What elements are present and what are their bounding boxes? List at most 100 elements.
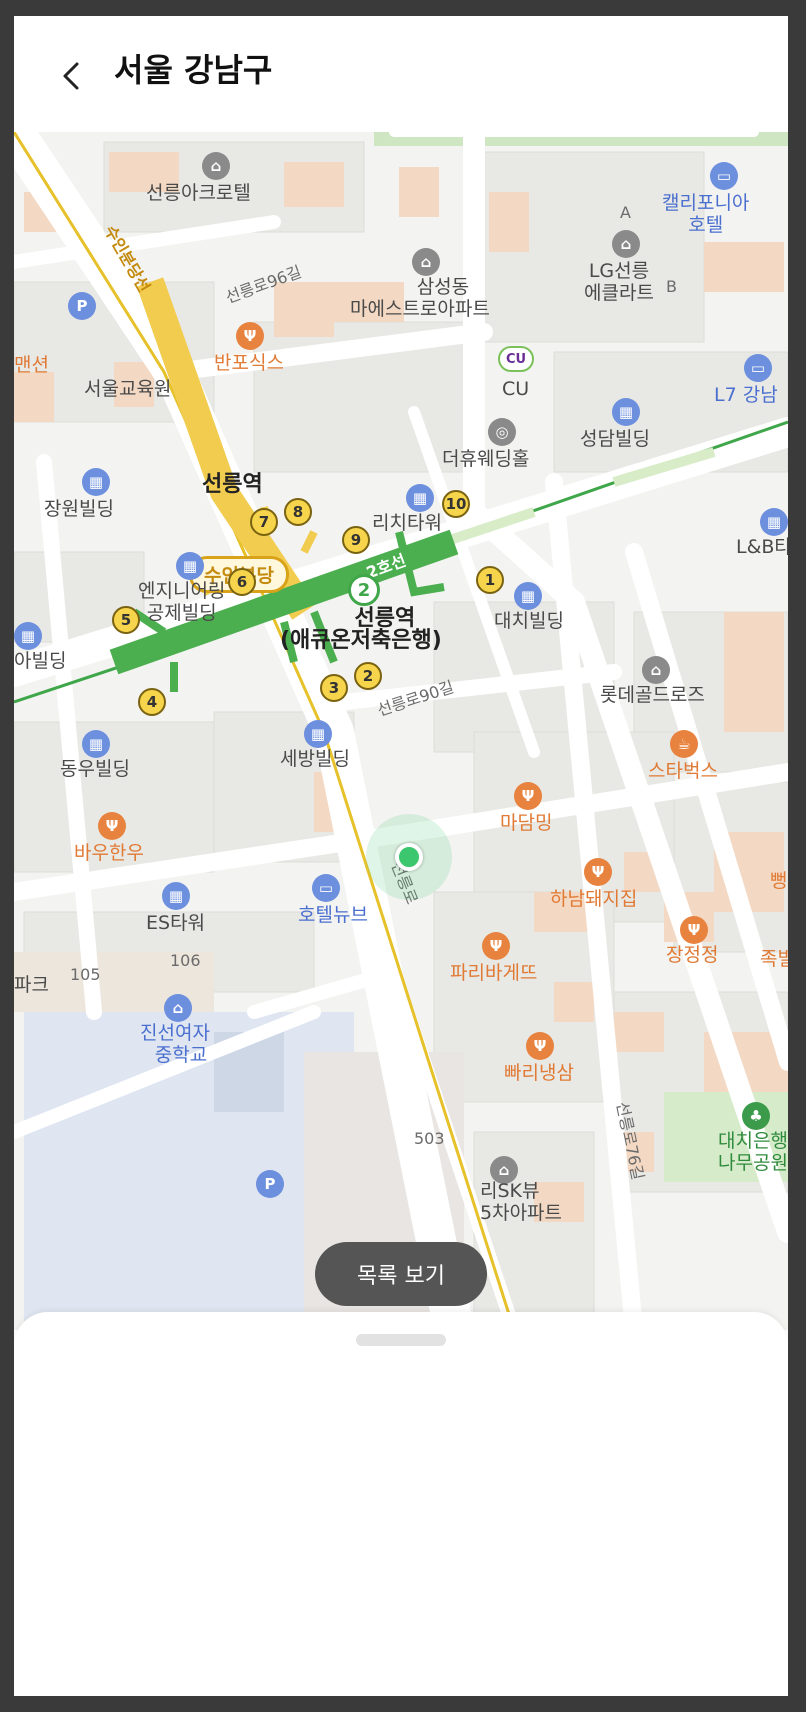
station-exit-10[interactable]: 10 bbox=[442, 490, 470, 518]
place-label[interactable]: 동우빌딩 bbox=[60, 758, 130, 780]
header: 서울 강남구 bbox=[14, 16, 788, 132]
restaurant-icon[interactable]: Ψ bbox=[526, 1032, 554, 1060]
list-view-button[interactable]: 목록 보기 bbox=[315, 1242, 487, 1306]
place-label[interactable]: 성담빌딩 bbox=[580, 428, 650, 450]
cu-logo-icon[interactable]: CU bbox=[498, 346, 534, 372]
cafe-icon[interactable]: ☕ bbox=[670, 730, 698, 758]
station-exit-8[interactable]: 8 bbox=[284, 498, 312, 526]
place-label[interactable]: 마담밍 bbox=[500, 812, 552, 834]
place-label[interactable]: 서울교육원 bbox=[84, 378, 171, 400]
restaurant-icon[interactable]: Ψ bbox=[236, 322, 264, 350]
place-label[interactable]: 파리바게뜨 bbox=[450, 962, 537, 984]
place-label[interactable]: 세방빌딩 bbox=[280, 748, 350, 770]
place-label[interactable]: 맨션 bbox=[14, 354, 49, 376]
place-label[interactable]: 아빌딩 bbox=[14, 650, 66, 672]
place-label[interactable]: 장정정 bbox=[666, 944, 718, 966]
building-icon[interactable]: ▦ bbox=[406, 484, 434, 512]
restaurant-icon[interactable]: Ψ bbox=[482, 932, 510, 960]
station-label-line: (애큐온저축은행) bbox=[280, 628, 442, 653]
hotel-icon[interactable]: ▭ bbox=[744, 354, 772, 382]
building-icon[interactable]: ▦ bbox=[612, 398, 640, 426]
current-location-icon bbox=[395, 843, 423, 871]
place-label[interactable]: 진선여자 중학교 bbox=[140, 1022, 210, 1066]
building-icon[interactable]: ▦ bbox=[304, 720, 332, 748]
place-label[interactable]: 바우한우 bbox=[74, 842, 144, 864]
restaurant-icon[interactable]: Ψ bbox=[680, 916, 708, 944]
station-label[interactable]: 선릉역 (애큐온저축은행) bbox=[280, 608, 442, 652]
building-icon[interactable]: ▦ bbox=[82, 468, 110, 496]
place-label-line: 5차아파트 bbox=[480, 1202, 563, 1224]
chevron-left-icon bbox=[63, 62, 79, 90]
place-label[interactable]: 대치빌딩 bbox=[494, 610, 564, 632]
place-label[interactable]: 선릉아크로텔 bbox=[146, 182, 251, 204]
wedding-icon[interactable]: ◎ bbox=[488, 418, 516, 446]
building-icon[interactable]: ▦ bbox=[760, 508, 788, 536]
building-icon[interactable]: ▦ bbox=[14, 622, 42, 650]
place-label[interactable]: 빠리냉삼 bbox=[504, 1062, 574, 1084]
bottom-sheet[interactable] bbox=[14, 1312, 788, 1696]
page-title: 서울 강남구 bbox=[114, 51, 273, 89]
place-label[interactable]: 리치타워 bbox=[372, 512, 442, 534]
building-icon[interactable]: ▦ bbox=[176, 552, 204, 580]
park-icon[interactable]: ♣ bbox=[742, 1102, 770, 1130]
place-label-line: 에클라트 bbox=[584, 282, 654, 304]
hotel-icon[interactable]: ▭ bbox=[710, 162, 738, 190]
place-label[interactable]: 스타벅스 bbox=[648, 760, 718, 782]
building-icon[interactable]: ▦ bbox=[162, 882, 190, 910]
station-exit-3[interactable]: 3 bbox=[320, 674, 348, 702]
place-label[interactable]: 더휴웨딩홀 bbox=[442, 448, 529, 470]
place-label-line: 대치은행 bbox=[718, 1130, 788, 1152]
place-label[interactable]: 호텔뉴브 bbox=[298, 904, 368, 926]
place-label-line: 진선여자 bbox=[140, 1022, 210, 1044]
lot-number: 106 bbox=[170, 951, 201, 970]
building-icon[interactable]: ⌂ bbox=[612, 230, 640, 258]
place-label[interactable]: 파크 bbox=[14, 974, 49, 996]
hotel-icon[interactable]: ▭ bbox=[312, 874, 340, 902]
place-label[interactable]: 반포식스 bbox=[214, 352, 284, 374]
place-label[interactable]: CU bbox=[502, 378, 529, 400]
building-icon[interactable]: ⌂ bbox=[202, 152, 230, 180]
phone-screen: 서울 강남구 선릉로96길 선릉로90길 선릉로 선릉로76길 수인분당선 2호… bbox=[14, 16, 788, 1696]
place-label[interactable]: 대치은행 나무공원 bbox=[718, 1130, 788, 1174]
line2-badge[interactable]: 2 bbox=[348, 574, 380, 606]
building-icon[interactable]: ⌂ bbox=[642, 656, 670, 684]
place-label-line: 호텔 bbox=[688, 214, 724, 236]
place-label[interactable]: LG선릉 에클라트 bbox=[584, 260, 654, 304]
place-label-line: 리SK뷰 bbox=[480, 1180, 540, 1202]
place-label[interactable]: 족빌 bbox=[760, 948, 788, 970]
place-label[interactable]: 리SK뷰 5차아파트 bbox=[480, 1180, 562, 1224]
restaurant-icon[interactable]: Ψ bbox=[584, 858, 612, 886]
restaurant-icon[interactable]: Ψ bbox=[98, 812, 126, 840]
building-icon[interactable]: ▦ bbox=[514, 582, 542, 610]
place-label[interactable]: 장원빌딩 bbox=[44, 498, 114, 520]
place-label[interactable]: 캘리포니아 호텔 bbox=[662, 192, 749, 236]
building-icon[interactable]: ▦ bbox=[82, 730, 110, 758]
place-label[interactable]: ES타워 bbox=[146, 912, 205, 934]
station-exit-7[interactable]: 7 bbox=[250, 508, 278, 536]
parking-icon[interactable]: P bbox=[256, 1170, 284, 1198]
back-button[interactable] bbox=[52, 56, 92, 96]
station-exit-4[interactable]: 4 bbox=[138, 688, 166, 716]
station-exit-2[interactable]: 2 bbox=[354, 662, 382, 690]
restaurant-icon[interactable]: Ψ bbox=[514, 782, 542, 810]
sheet-drag-handle[interactable] bbox=[356, 1334, 446, 1346]
place-label[interactable]: 삼성동 마에스트로아파트 bbox=[350, 276, 490, 320]
block-letter: B bbox=[666, 277, 677, 296]
map-view[interactable]: 선릉로96길 선릉로90길 선릉로 선릉로76길 수인분당선 2호선 106 1… bbox=[14, 132, 788, 1330]
station-exit-1[interactable]: 1 bbox=[476, 566, 504, 594]
station-exit-5[interactable]: 5 bbox=[112, 606, 140, 634]
place-label[interactable]: 롯데골드로즈 bbox=[600, 684, 705, 706]
station-exit-6[interactable]: 6 bbox=[228, 568, 256, 596]
station-label[interactable]: 선릉역 bbox=[202, 474, 263, 496]
place-label[interactable]: L7 강남 bbox=[714, 384, 778, 406]
place-label-line: 엔지니어링 bbox=[138, 580, 226, 602]
place-label-line: 삼성동 bbox=[416, 276, 470, 298]
school-icon[interactable]: ⌂ bbox=[164, 994, 192, 1022]
place-label[interactable]: 엔지니어링 공제빌딩 bbox=[138, 580, 225, 624]
building-icon[interactable]: ⌂ bbox=[412, 248, 440, 276]
place-label[interactable]: 뻥 bbox=[770, 870, 787, 892]
place-label[interactable]: L&B타워 bbox=[736, 536, 788, 558]
place-label[interactable]: 하남돼지집 bbox=[550, 888, 637, 910]
station-exit-9[interactable]: 9 bbox=[342, 526, 370, 554]
parking-icon[interactable]: P bbox=[68, 292, 96, 320]
